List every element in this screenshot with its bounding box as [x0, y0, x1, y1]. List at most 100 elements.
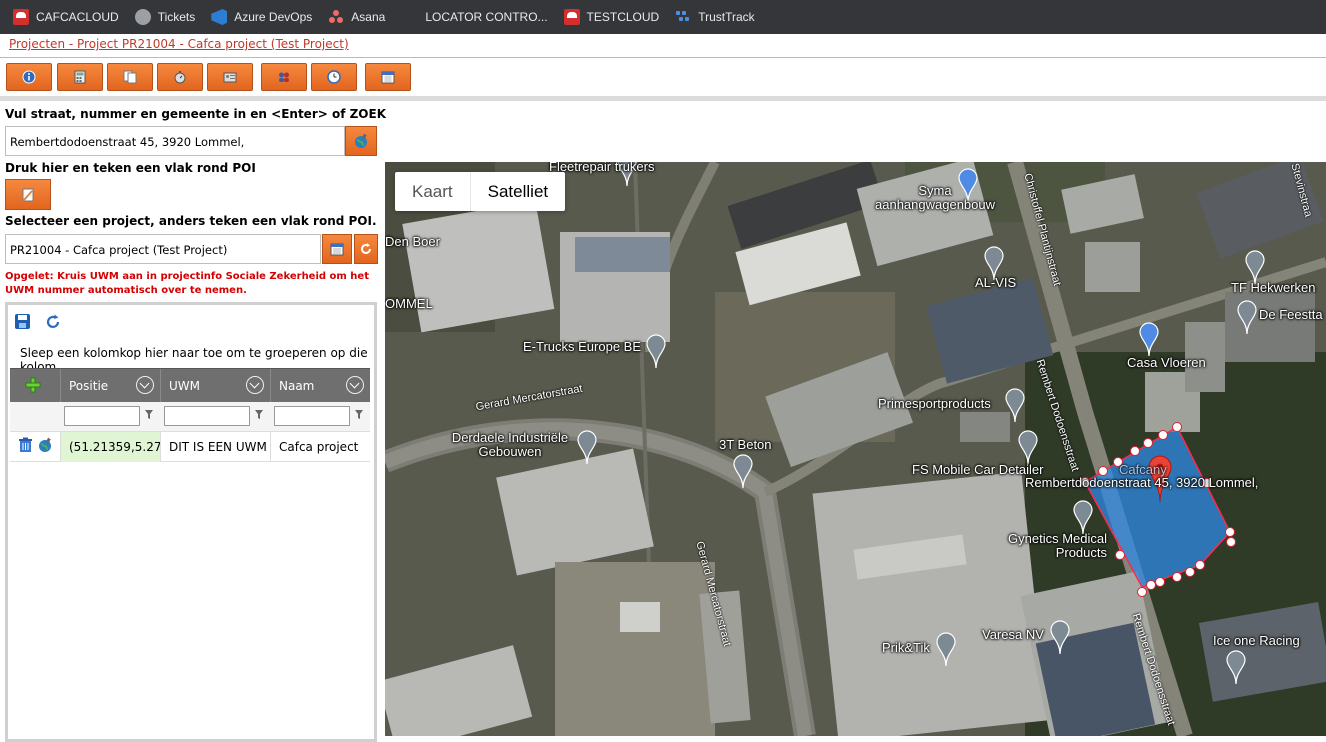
calendar-button[interactable] [365, 63, 411, 91]
draw-poi-button[interactable] [5, 179, 51, 210]
map-type-control: Kaart Satelliet [395, 172, 566, 211]
column-label: Positie [69, 379, 109, 393]
cell-positie: (51.21359,5.27 [60, 432, 160, 462]
map-place-label: Primesportproducts [878, 396, 991, 411]
id-card-button[interactable] [207, 63, 253, 91]
draw-polygon-icon [22, 188, 34, 201]
clock-icon [327, 70, 341, 84]
stopwatch-icon [174, 71, 186, 84]
project-select[interactable]: PR21004 - Cafca project (Test Project) [5, 234, 321, 264]
globe-icon [134, 9, 151, 25]
filter-icon[interactable] [145, 410, 153, 419]
map-place-label: Ice one Racing [1213, 633, 1300, 648]
refresh-icon[interactable] [45, 313, 62, 330]
map-place-label: Derdaele Industriële Gebouwen [451, 430, 569, 459]
divider [0, 96, 1326, 101]
map-place-label: 3T Beton [719, 437, 772, 452]
id-card-icon [223, 72, 237, 83]
calculator-icon [74, 70, 86, 84]
list-icon [330, 243, 344, 256]
search-label: Vul straat, nummer en gemeente in en <En… [5, 107, 387, 121]
bookmark-testcloud[interactable]: TESTCLOUD [563, 9, 660, 25]
map-place-label: TF Hekwerken [1231, 280, 1316, 295]
filter-input-positie[interactable] [64, 406, 140, 426]
documents-button[interactable] [107, 63, 153, 91]
bookmark-asana[interactable]: Asana [328, 9, 385, 25]
poi-label: Druk hier en teken een vlak rond POI [5, 161, 256, 175]
globe-icon[interactable] [37, 437, 53, 453]
refresh-icon [361, 243, 371, 254]
bookmark-trusttrack[interactable]: TrustTrack [675, 9, 755, 25]
info-button[interactable] [6, 63, 52, 91]
bookmark-label: CAFCACLOUD [36, 10, 119, 24]
column-header-naam[interactable]: Naam [270, 369, 370, 402]
cell-uwm: DIT IS EEN UWM [160, 432, 270, 462]
column-label: Naam [279, 379, 315, 393]
calendar-icon [381, 71, 395, 84]
column-label: UWM [169, 379, 201, 393]
map-place-label: FS Mobile Car Detailer [912, 462, 1044, 477]
asana-icon [328, 9, 344, 25]
documents-icon [123, 70, 137, 84]
clock-button[interactable] [311, 63, 357, 91]
map-type-kaart[interactable]: Kaart [395, 172, 470, 211]
map-place-label: Prik&Tik [882, 640, 930, 655]
add-icon [25, 377, 41, 393]
map-place-label: Varesa NV [982, 627, 1044, 642]
map-place-label: Cafcany [1119, 462, 1167, 477]
map-place-label: E-Trucks Europe BE [523, 339, 642, 354]
people-button[interactable] [261, 63, 307, 91]
address-search-input[interactable]: Rembertdodoenstraat 45, 3920 Lommel, [5, 126, 345, 156]
chevron-down-icon[interactable] [246, 376, 264, 394]
bookmark-label: TrustTrack [698, 10, 755, 24]
column-header-uwm[interactable]: UWM [160, 369, 270, 402]
bookmark-tickets[interactable]: Tickets [134, 9, 196, 25]
bookmark-label: LOCATOR CONTRO... [425, 10, 548, 24]
map-place-label: Syma aanhangwagenbouw [875, 183, 995, 212]
map-place-label: AL-VIS [975, 275, 1017, 290]
filter-input-naam[interactable] [274, 406, 350, 426]
map-place-label: De Feestta [1259, 307, 1323, 322]
save-icon[interactable] [14, 313, 31, 330]
grid-header: Positie UWM Naam [10, 368, 370, 402]
cafca-icon [563, 9, 580, 25]
column-header-positie[interactable]: Positie [60, 369, 160, 402]
map-place-label: OMMEL [385, 296, 433, 311]
filter-input-uwm[interactable] [164, 406, 250, 426]
filter-icon[interactable] [255, 410, 263, 419]
row-actions [10, 432, 60, 462]
breadcrumb[interactable]: Projecten - Project PR21004 - Cafca proj… [9, 37, 349, 51]
map[interactable]: Fleetrepair trukers Syma aanhangwagenbou… [385, 162, 1326, 736]
bookmark-cafcacloud[interactable]: CAFCACLOUD [13, 9, 119, 25]
globe-icon [355, 133, 367, 148]
chevron-down-icon[interactable] [136, 376, 154, 394]
bookmark-label: Asana [351, 10, 386, 24]
divider [0, 57, 1326, 58]
project-refresh-button[interactable] [354, 234, 378, 264]
search-button[interactable] [345, 126, 377, 156]
stopwatch-button[interactable] [157, 63, 203, 91]
positions-grid: Sleep een kolomkop hier naar toe om te g… [5, 302, 377, 742]
bookmark-label: Azure DevOps [234, 10, 313, 24]
table-row[interactable]: (51.21359,5.27 DIT IS EEN UWM Cafca proj… [10, 432, 370, 462]
chevron-down-icon[interactable] [346, 376, 364, 394]
project-label: Selecteer een project, anders teken een … [5, 214, 377, 228]
cafca-icon [13, 9, 29, 25]
trusttrack-icon [675, 9, 691, 25]
project-list-button[interactable] [322, 234, 352, 264]
address-marker-label: Rembertdodoenstraat 45, 3920 Lommel, [1025, 475, 1259, 490]
bookmark-label: TESTCLOUD [586, 10, 660, 24]
bookmark-label: Tickets [157, 10, 196, 24]
people-icon [279, 72, 289, 82]
bookmarks-bar: CAFCACLOUD Tickets Azure DevOps Asana LO… [0, 0, 1326, 34]
add-row-button[interactable] [10, 369, 60, 402]
bookmark-locator-control[interactable]: LOCATOR CONTRO... [425, 10, 547, 24]
calculator-button[interactable] [57, 63, 103, 91]
map-type-satelliet[interactable]: Satelliet [469, 172, 565, 211]
grid-toolbar [14, 313, 62, 330]
filter-icon[interactable] [355, 410, 363, 419]
bookmark-azure-devops[interactable]: Azure DevOps [211, 9, 312, 25]
trash-icon[interactable] [18, 437, 33, 453]
map-place-label: Gynetics Medical Products [1008, 531, 1107, 560]
azure-devops-icon [211, 9, 228, 25]
